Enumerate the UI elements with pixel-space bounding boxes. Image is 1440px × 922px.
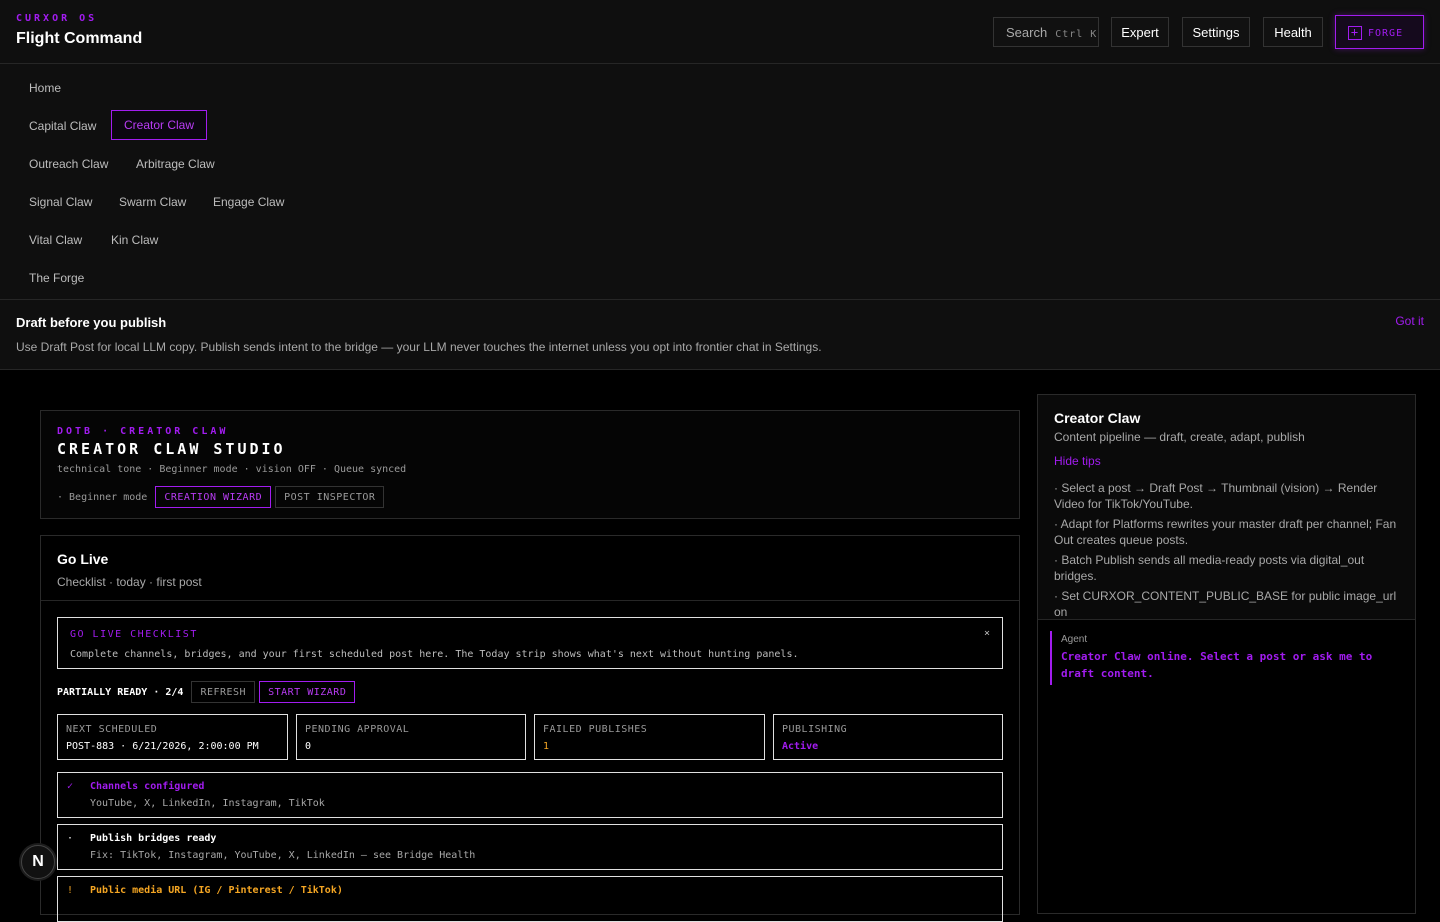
check-icon: ✓: [67, 781, 74, 792]
checklist-notice: GO LIVE CHECKLIST Complete channels, bri…: [57, 617, 1003, 669]
forge-label: FORGE: [1368, 28, 1404, 39]
item-title: Publish bridges ready: [90, 833, 217, 844]
tip-item: · Select a post → Draft Post → Thumbnail…: [1054, 481, 1378, 511]
nav-item-the-forge[interactable]: The Forge: [29, 271, 84, 285]
studio-meta: technical tone · Beginner mode · vision …: [57, 464, 407, 475]
bullet-icon: ·: [67, 833, 74, 844]
plus-icon: +: [1348, 26, 1362, 40]
item-title: Public media URL (IG / Pinterest / TikTo…: [90, 885, 343, 896]
studio-title: CREATOR CLAW STUDIO: [57, 440, 286, 458]
panel-subtitle: Content pipeline — draft, create, adapt,…: [1054, 430, 1305, 444]
nav-item-engage-claw[interactable]: Engage Claw: [213, 195, 284, 209]
hide-tips-link[interactable]: Hide tips: [1054, 454, 1101, 468]
app-title: Flight Command: [16, 30, 143, 47]
go-live-header: Go Live Checklist · today · first post: [41, 536, 1019, 601]
checklist-item-public-media[interactable]: ! Public media URL (IG / Pinterest / Tik…: [57, 876, 1003, 922]
item-title: Channels configured: [90, 781, 205, 792]
expert-button[interactable]: Expert: [1111, 17, 1169, 47]
stat-label: NEXT SCHEDULED: [66, 724, 158, 735]
got-it-link[interactable]: Got it: [1395, 314, 1424, 328]
checklist-title: GO LIVE CHECKLIST: [70, 629, 198, 640]
forge-button[interactable]: + FORGE: [1335, 15, 1424, 49]
creation-wizard-button[interactable]: CREATION WIZARD: [155, 486, 272, 508]
warning-icon: !: [67, 885, 74, 896]
nav-item-home[interactable]: Home: [29, 81, 61, 95]
stat-value: Active: [782, 741, 819, 752]
close-icon[interactable]: ×: [984, 628, 990, 639]
search-button[interactable]: Search Ctrl K: [993, 17, 1099, 47]
item-desc: YouTube, X, LinkedIn, Instagram, TikTok: [90, 798, 325, 809]
tip-text: Use Draft Post for local LLM copy. Publi…: [16, 340, 822, 354]
settings-button[interactable]: Settings: [1182, 17, 1250, 47]
stat-publishing: PUBLISHING Active: [773, 714, 1003, 760]
tip-item: · Adapt for Platforms rewrites your mast…: [1054, 517, 1397, 547]
nav-item-swarm-claw[interactable]: Swarm Claw: [119, 195, 186, 209]
refresh-button[interactable]: REFRESH: [191, 681, 256, 703]
panel-title: Creator Claw: [1054, 410, 1141, 426]
nav-item-capital-claw[interactable]: Capital Claw: [29, 119, 96, 133]
mode-label: · Beginner mode: [57, 491, 148, 503]
nav-item-kin-claw[interactable]: Kin Claw: [111, 233, 158, 247]
start-wizard-button[interactable]: START WIZARD: [259, 681, 356, 703]
stat-pending-approval: PENDING APPROVAL 0: [296, 714, 526, 760]
search-label: Search: [1006, 25, 1048, 40]
checklist-item-bridges[interactable]: · Publish bridges ready Fix: TikTok, Ins…: [57, 824, 1003, 870]
agent-label: Agent: [1061, 634, 1088, 645]
search-shortcut: Ctrl K: [1055, 29, 1098, 40]
next-dev-badge-icon[interactable]: N: [21, 845, 55, 879]
tip-item: · Batch Publish sends all media-ready po…: [1054, 553, 1365, 583]
agent-text: Creator Claw online. Select a post or as…: [1061, 650, 1373, 680]
stat-failed-publishes: FAILED PUBLISHES 1: [534, 714, 765, 760]
tips-section: Creator Claw Content pipeline — draft, c…: [1038, 395, 1415, 620]
nav-item-signal-claw[interactable]: Signal Claw: [29, 195, 92, 209]
stat-next-scheduled: NEXT SCHEDULED POST-883 · 6/21/2026, 2:0…: [57, 714, 288, 760]
tip-title: Draft before you publish: [16, 315, 167, 330]
studio-header-card: DOTB · CREATOR CLAW CREATOR CLAW STUDIO …: [40, 410, 1020, 519]
stat-label: FAILED PUBLISHES: [543, 724, 648, 735]
top-bar: CURXOR OS Flight Command Search Ctrl K Ex…: [0, 0, 1440, 64]
agent-message: Agent Creator Claw online. Select a post…: [1050, 631, 1402, 685]
go-live-subtitle: Checklist · today · first post: [57, 575, 202, 589]
stat-value: 0: [305, 741, 312, 752]
brand-kicker: CURXOR OS: [16, 13, 98, 24]
claw-nav: Home Capital Claw Creator Claw Outreach …: [0, 64, 1440, 300]
health-button[interactable]: Health: [1263, 17, 1323, 47]
tip-banner: Draft before you publish Use Draft Post …: [0, 300, 1440, 370]
stat-value: POST-883 · 6/21/2026, 2:00:00 PM: [66, 741, 259, 752]
go-live-title: Go Live: [57, 551, 109, 567]
ready-status: PARTIALLY READY · 2/4: [57, 686, 184, 698]
nav-item-outreach-claw[interactable]: Outreach Claw: [29, 157, 108, 171]
tip-item: · Set CURXOR_CONTENT_PUBLIC_BASE for pub…: [1054, 589, 1397, 619]
stat-label: PENDING APPROVAL: [305, 724, 410, 735]
item-desc: Fix: TikTok, Instagram, YouTube, X, Link…: [90, 850, 476, 861]
assistant-panel: Creator Claw Content pipeline — draft, c…: [1037, 394, 1416, 914]
go-live-card: Go Live Checklist · today · first post G…: [40, 535, 1020, 922]
studio-kicker: DOTB · CREATOR CLAW: [57, 426, 229, 437]
nav-item-arbitrage-claw[interactable]: Arbitrage Claw: [136, 157, 215, 171]
checklist-text: Complete channels, bridges, and your fir…: [70, 649, 799, 660]
stat-label: PUBLISHING: [782, 724, 848, 735]
nav-item-vital-claw[interactable]: Vital Claw: [29, 233, 82, 247]
stat-value: 1: [543, 741, 550, 752]
post-inspector-button[interactable]: POST INSPECTOR: [275, 486, 385, 508]
nav-item-creator-claw[interactable]: Creator Claw: [111, 110, 208, 140]
checklist-item-channels[interactable]: ✓ Channels configured YouTube, X, Linked…: [57, 772, 1003, 818]
